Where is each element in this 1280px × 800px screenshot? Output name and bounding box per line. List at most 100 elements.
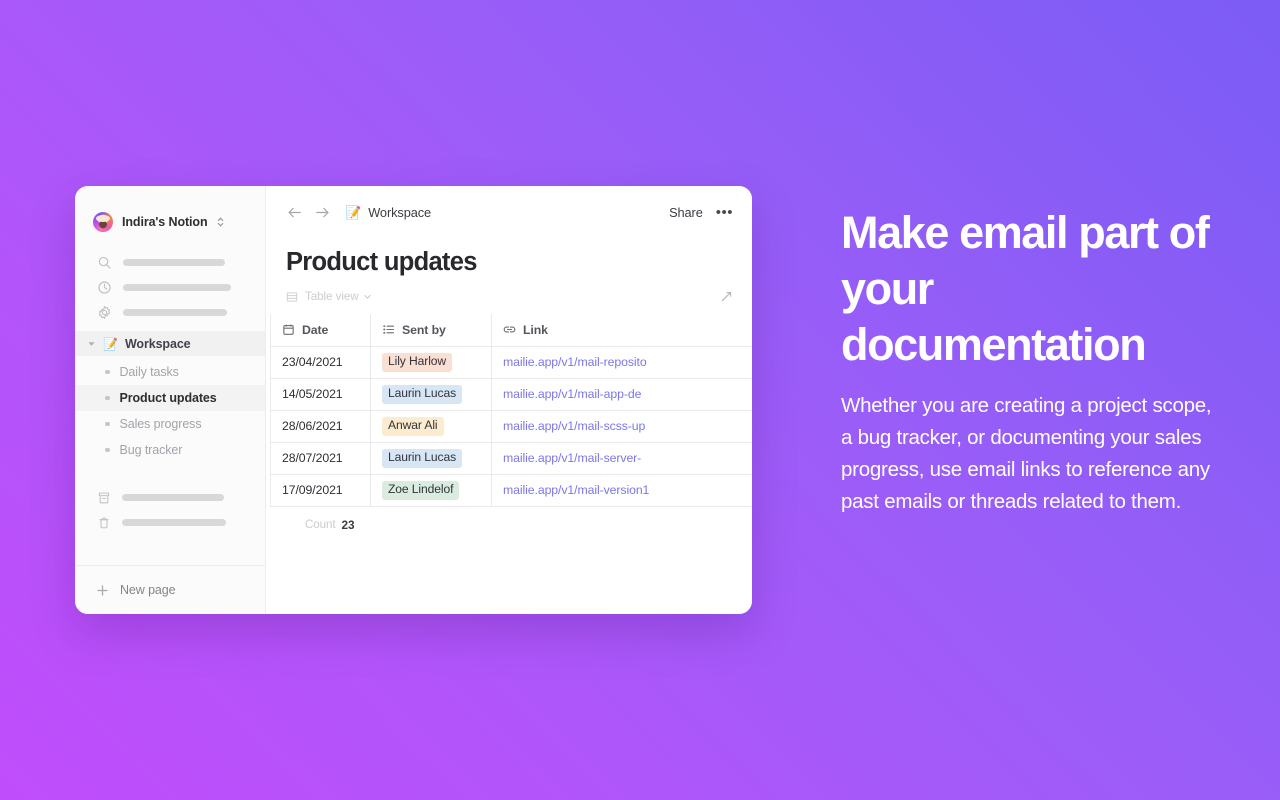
table-body: 23/04/2021 Lily Harlow mailie.app/v1/mai… (270, 345, 752, 507)
cell-date[interactable]: 28/07/2021 (270, 441, 371, 475)
status-badge: Lily Harlow (382, 352, 453, 372)
column-header-link[interactable]: Link (491, 314, 752, 347)
more-options-icon[interactable]: ••• (716, 205, 733, 220)
table-row[interactable]: 14/05/2021 Laurin Lucas mailie.app/v1/ma… (270, 377, 752, 411)
date-value: 14/05/2021 (282, 387, 343, 401)
workspace-switcher[interactable]: Indira's Notion (75, 186, 265, 238)
table-row[interactable]: 28/07/2021 Laurin Lucas mailie.app/v1/ma… (270, 441, 752, 475)
view-selector-label[interactable]: Table view (305, 290, 359, 303)
cell-link[interactable]: mailie.app/v1/mail-app-de (491, 377, 752, 411)
cell-sent-by[interactable]: Laurin Lucas (370, 377, 492, 411)
new-page-label: New page (120, 583, 176, 597)
count-label: Count (305, 518, 336, 531)
status-badge: Laurin Lucas (382, 448, 463, 468)
status-badge: Laurin Lucas (382, 384, 463, 404)
new-page-button[interactable]: New page (75, 565, 265, 614)
column-header-label: Date (302, 322, 329, 337)
archive-placeholder-bar (122, 494, 224, 501)
cell-sent-by[interactable]: Anwar Ali (370, 409, 492, 443)
search-icon (98, 256, 111, 269)
link-value[interactable]: mailie.app/v1/mail-app-de (503, 387, 641, 401)
bullet-icon (105, 421, 110, 427)
arrow-left-icon[interactable] (286, 204, 303, 221)
cell-date[interactable]: 14/05/2021 (270, 377, 371, 411)
sidebar-item-settings[interactable] (75, 300, 265, 325)
sidebar-item-daily-tasks[interactable]: Daily tasks (75, 359, 265, 385)
cell-link[interactable]: mailie.app/v1/mail-version1 (491, 473, 752, 507)
promo-body: Whether you are creating a project scope… (841, 394, 1212, 513)
sidebar-item-search[interactable] (75, 250, 265, 275)
column-header-label: Link (523, 322, 548, 337)
trash-placeholder-bar (122, 519, 226, 526)
link-value[interactable]: mailie.app/v1/mail-version1 (503, 483, 649, 497)
column-header-date[interactable]: Date (270, 314, 371, 347)
cell-sent-by[interactable]: Lily Harlow (370, 345, 492, 379)
cell-date[interactable]: 17/09/2021 (270, 473, 371, 507)
sidebar-item-product-updates[interactable]: Product updates (75, 385, 265, 411)
clock-icon (98, 281, 111, 294)
cell-link[interactable]: mailie.app/v1/mail-scss-up (491, 409, 752, 443)
cell-date[interactable]: 28/06/2021 (270, 409, 371, 443)
cell-sent-by[interactable]: Laurin Lucas (370, 441, 492, 475)
link-value[interactable]: mailie.app/v1/mail-scss-up (503, 419, 645, 433)
sidebar: Indira's Notion 📝 Workspace Daily tasks … (75, 186, 266, 614)
sidebar-item-sales-progress[interactable]: Sales progress (75, 411, 265, 437)
multi-select-icon (383, 325, 395, 334)
table-icon (286, 291, 298, 302)
workspace-section-label: Workspace (124, 336, 191, 351)
table-row[interactable]: 28/06/2021 Anwar Ali mailie.app/v1/mail-… (270, 409, 752, 443)
expand-diagonal-icon[interactable] (720, 290, 733, 303)
cell-link[interactable]: mailie.app/v1/mail-reposito (491, 345, 752, 379)
memo-emoji-icon: 📝 (103, 336, 118, 351)
chevron-down-icon[interactable] (363, 292, 372, 301)
cell-sent-by[interactable]: Zoe Lindelof (370, 473, 492, 507)
trash-icon (99, 516, 109, 528)
page-label: Sales progress (119, 417, 202, 431)
cell-link[interactable]: mailie.app/v1/mail-server- (491, 441, 752, 475)
bullet-icon (105, 447, 110, 453)
plus-icon (97, 584, 108, 596)
date-value: 17/09/2021 (282, 483, 343, 497)
column-header-sent-by[interactable]: Sent by (370, 314, 492, 347)
cell-date[interactable]: 23/04/2021 (270, 345, 371, 379)
table-head: Date Sent by Link (270, 314, 752, 347)
table-row[interactable]: 23/04/2021 Lily Harlow mailie.app/v1/mai… (270, 345, 752, 379)
avatar (92, 211, 114, 233)
column-header-label: Sent by (402, 322, 446, 337)
sidebar-utilities (75, 463, 265, 535)
app-window: Indira's Notion 📝 Workspace Daily tasks … (75, 186, 752, 614)
sidebar-item-trash[interactable] (75, 510, 265, 535)
bullet-icon (105, 369, 110, 375)
share-button[interactable]: Share (669, 205, 703, 220)
breadcrumb[interactable]: Workspace (368, 205, 431, 220)
breadcrumb-emoji-icon: 📝 (345, 204, 362, 220)
table-header-row: Date Sent by Link (270, 314, 752, 347)
sidebar-item-updates[interactable] (75, 275, 265, 300)
view-bar: Table view (266, 277, 752, 307)
promo-block: Make email part of your documentation Wh… (841, 205, 1221, 518)
promo-headline: Make email part of your documentation (841, 207, 1210, 370)
page-list: Daily tasks Product updates Sales progre… (75, 356, 265, 463)
link-value[interactable]: mailie.app/v1/mail-server- (503, 451, 641, 465)
sidebar-item-bug-tracker[interactable]: Bug tracker (75, 437, 265, 463)
search-placeholder-bar (123, 259, 225, 266)
calendar-icon (283, 324, 294, 336)
database-table-wrap: Date Sent by Link 23/04/2021 Lily Harlow… (266, 314, 752, 532)
sidebar-item-archive[interactable] (75, 485, 265, 510)
quick-links (75, 238, 265, 331)
date-value: 28/06/2021 (282, 419, 343, 433)
date-value: 23/04/2021 (282, 355, 343, 369)
date-value: 28/07/2021 (282, 451, 343, 465)
table-footer-count[interactable]: Count 23 (270, 507, 752, 532)
table-row[interactable]: 17/09/2021 Zoe Lindelof mailie.app/v1/ma… (270, 473, 752, 507)
page-title: Product updates (286, 248, 477, 276)
gear-icon (98, 305, 111, 320)
count-value: 23 (341, 517, 355, 532)
link-icon (503, 326, 516, 333)
arrow-right-icon[interactable] (314, 204, 331, 221)
triangle-down-icon[interactable] (87, 339, 96, 348)
database-table: Date Sent by Link 23/04/2021 Lily Harlow… (270, 314, 752, 507)
bullet-icon (105, 395, 110, 401)
sidebar-section-workspace[interactable]: 📝 Workspace (75, 331, 265, 356)
link-value[interactable]: mailie.app/v1/mail-reposito (503, 355, 647, 369)
